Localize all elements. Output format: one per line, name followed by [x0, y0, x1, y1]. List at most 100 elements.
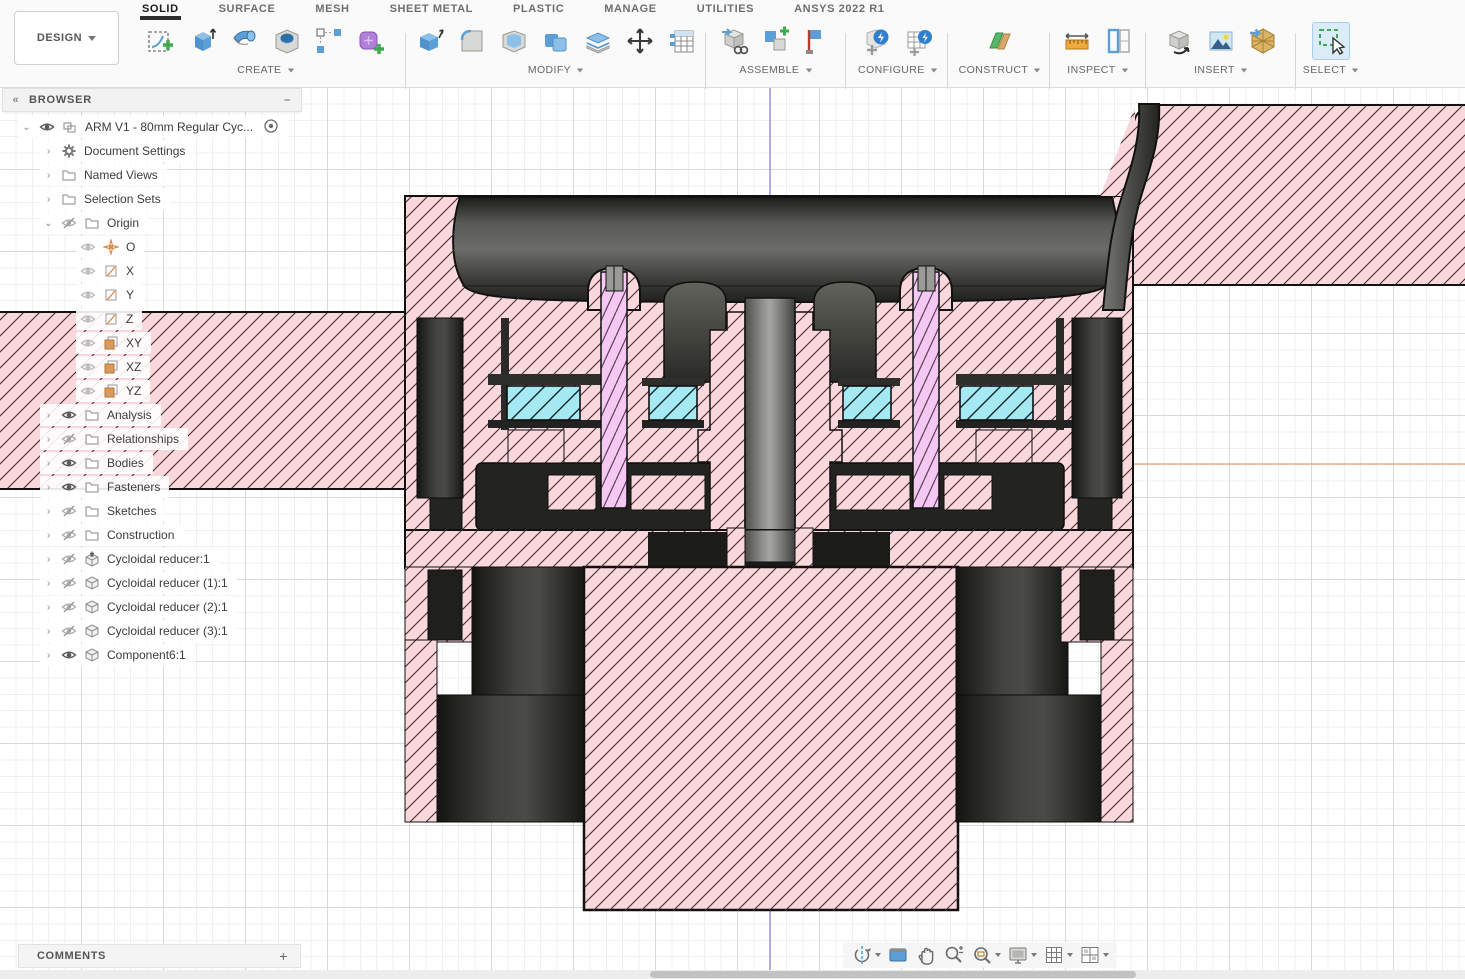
caret-down-icon[interactable]: ⌄: [40, 218, 57, 229]
extrude-icon[interactable]: [184, 22, 222, 60]
caret-right-icon[interactable]: ›: [40, 578, 57, 589]
insert-derive-icon[interactable]: [1160, 22, 1198, 60]
browser-row-y[interactable]: Y: [2, 283, 302, 307]
bearing-spacer-right[interactable]: [976, 430, 1032, 463]
caret-right-icon[interactable]: ›: [40, 434, 57, 445]
browser-row-construction[interactable]: ›Construction: [2, 523, 302, 547]
zoom-icon[interactable]: [941, 943, 967, 967]
orbit-icon[interactable]: [849, 943, 883, 967]
browser-row-component6-1[interactable]: ›Component6:1: [2, 643, 302, 667]
browser-row-cycloidal-reducer-1-1[interactable]: ›Cycloidal reducer (1):1: [2, 571, 302, 595]
bolt-slot-left[interactable]: [428, 570, 462, 640]
browser-collapse-icon[interactable]: «: [3, 94, 29, 106]
group-label-create[interactable]: CREATE: [130, 64, 402, 76]
hole-icon[interactable]: [268, 22, 306, 60]
grid-settings-icon[interactable]: [1041, 943, 1075, 967]
dark-column-left[interactable]: [417, 318, 463, 498]
tab-mesh[interactable]: MESH: [313, 0, 351, 16]
measure-icon[interactable]: [1058, 22, 1096, 60]
combine-icon[interactable]: [537, 22, 575, 60]
pillar-right-lower[interactable]: [956, 695, 1103, 822]
group-label-inspect[interactable]: INSPECT: [1054, 64, 1142, 76]
move-icon[interactable]: [621, 22, 659, 60]
browser-row-fasteners[interactable]: ›Fasteners: [2, 475, 302, 499]
section-analysis-icon[interactable]: [1100, 22, 1138, 60]
fit-icon[interactable]: [969, 943, 1003, 967]
group-label-insert[interactable]: INSERT: [1150, 64, 1292, 76]
caret-down-icon[interactable]: ⌄: [18, 122, 35, 133]
tab-solid[interactable]: SOLID: [140, 0, 181, 20]
joint-origin-icon[interactable]: [799, 22, 837, 60]
outer-wall-left-lower[interactable]: [405, 640, 437, 822]
browser-row-xy[interactable]: XY: [2, 331, 302, 355]
pillar-left-upper[interactable]: [472, 567, 584, 697]
browser-row-origin[interactable]: ⌄Origin: [2, 211, 302, 235]
shell-icon[interactable]: [495, 22, 533, 60]
offset-face-icon[interactable]: [579, 22, 617, 60]
pillar-left-lower[interactable]: [437, 695, 584, 822]
bolt-slot-right[interactable]: [1080, 570, 1114, 640]
outer-wall-right-lower[interactable]: [1101, 640, 1133, 822]
browser-row-yz[interactable]: YZ: [2, 379, 302, 403]
press-pull-icon[interactable]: [411, 22, 449, 60]
select-icon[interactable]: [1312, 22, 1350, 60]
caret-right-icon[interactable]: ›: [40, 146, 57, 157]
dark-column-right[interactable]: [1072, 318, 1122, 498]
tab-manage[interactable]: MANAGE: [602, 0, 659, 16]
construction-plane-icon[interactable]: [981, 22, 1019, 60]
tab-plastic[interactable]: PLASTIC: [511, 0, 566, 16]
tab-sheet-metal[interactable]: SHEET METAL: [388, 0, 475, 16]
bearing-outer-left[interactable]: [507, 386, 580, 420]
browser-row-o[interactable]: O: [2, 235, 302, 259]
bearing-outer-right[interactable]: [960, 386, 1033, 420]
browser-minimize-icon[interactable]: –: [284, 94, 291, 106]
shaft-stub[interactable]: [745, 530, 795, 562]
browser-row-xz[interactable]: XZ: [2, 355, 302, 379]
revolve-icon[interactable]: [226, 22, 264, 60]
browser-row-cycloidal-reducer-2-1[interactable]: ›Cycloidal reducer (2):1: [2, 595, 302, 619]
browser-row-relationships[interactable]: ›Relationships: [2, 427, 302, 451]
browser-row-arm-v1-80mm-regular-cyc-[interactable]: ⌄ARM V1 - 80mm Regular Cyc...: [2, 115, 302, 139]
group-label-configure[interactable]: CONFIGURE: [850, 64, 946, 76]
carrier-inset-section[interactable]: [836, 475, 910, 510]
caret-right-icon[interactable]: ›: [40, 482, 57, 493]
browser-header[interactable]: « BROWSER –: [2, 88, 302, 112]
browser-row-cycloidal-reducer-3-1[interactable]: ›Cycloidal reducer (3):1: [2, 619, 302, 643]
group-label-select[interactable]: SELECT: [1300, 64, 1362, 76]
shoulder-bolt-left[interactable]: [601, 272, 627, 508]
configuration-table-icon[interactable]: [900, 22, 938, 60]
center-shaft[interactable]: [745, 298, 795, 560]
browser-row-analysis[interactable]: ›Analysis: [2, 403, 302, 427]
pillar-right-upper[interactable]: [956, 567, 1068, 697]
caret-right-icon[interactable]: ›: [40, 410, 57, 421]
insert-canvas-icon[interactable]: [1202, 22, 1240, 60]
motor-mount-block-section[interactable]: [584, 567, 958, 910]
browser-row-selection-sets[interactable]: ›Selection Sets: [2, 187, 302, 211]
tab-surface[interactable]: SURFACE: [217, 0, 278, 16]
caret-right-icon[interactable]: ›: [40, 530, 57, 541]
carrier-inset-section[interactable]: [548, 475, 596, 510]
canvas-viewport[interactable]: « BROWSER – ⌄ARM V1 - 80mm Regular Cyc..…: [0, 88, 1465, 979]
viewports-icon[interactable]: [1077, 943, 1111, 967]
pan-icon[interactable]: [913, 943, 939, 967]
add-comment-icon[interactable]: +: [279, 948, 288, 964]
insert-mcmaster-icon[interactable]: [1244, 22, 1282, 60]
caret-right-icon[interactable]: ›: [40, 554, 57, 565]
bearing-inner-left[interactable]: [649, 386, 697, 420]
group-label-assemble[interactable]: ASSEMBLE: [710, 64, 842, 76]
look-at-icon[interactable]: [885, 943, 911, 967]
carrier-inset-section[interactable]: [631, 475, 705, 510]
browser-row-cycloidal-reducer-1[interactable]: ›Cycloidal reducer:1: [2, 547, 302, 571]
display-settings-icon[interactable]: [1005, 943, 1039, 967]
browser-row-x[interactable]: X: [2, 259, 302, 283]
new-component-icon[interactable]: [715, 22, 753, 60]
caret-right-icon[interactable]: ›: [40, 602, 57, 613]
shoulder-bolt-right[interactable]: [913, 272, 939, 508]
caret-right-icon[interactable]: ›: [40, 458, 57, 469]
browser-row-bodies[interactable]: ›Bodies: [2, 451, 302, 475]
bearing-spacer-left[interactable]: [508, 430, 564, 463]
joint-icon[interactable]: [757, 22, 795, 60]
change-parameters-icon[interactable]: [663, 22, 701, 60]
tab-ansys-2022-r1[interactable]: ANSYS 2022 R1: [792, 0, 886, 16]
pattern-icon[interactable]: [310, 22, 348, 60]
